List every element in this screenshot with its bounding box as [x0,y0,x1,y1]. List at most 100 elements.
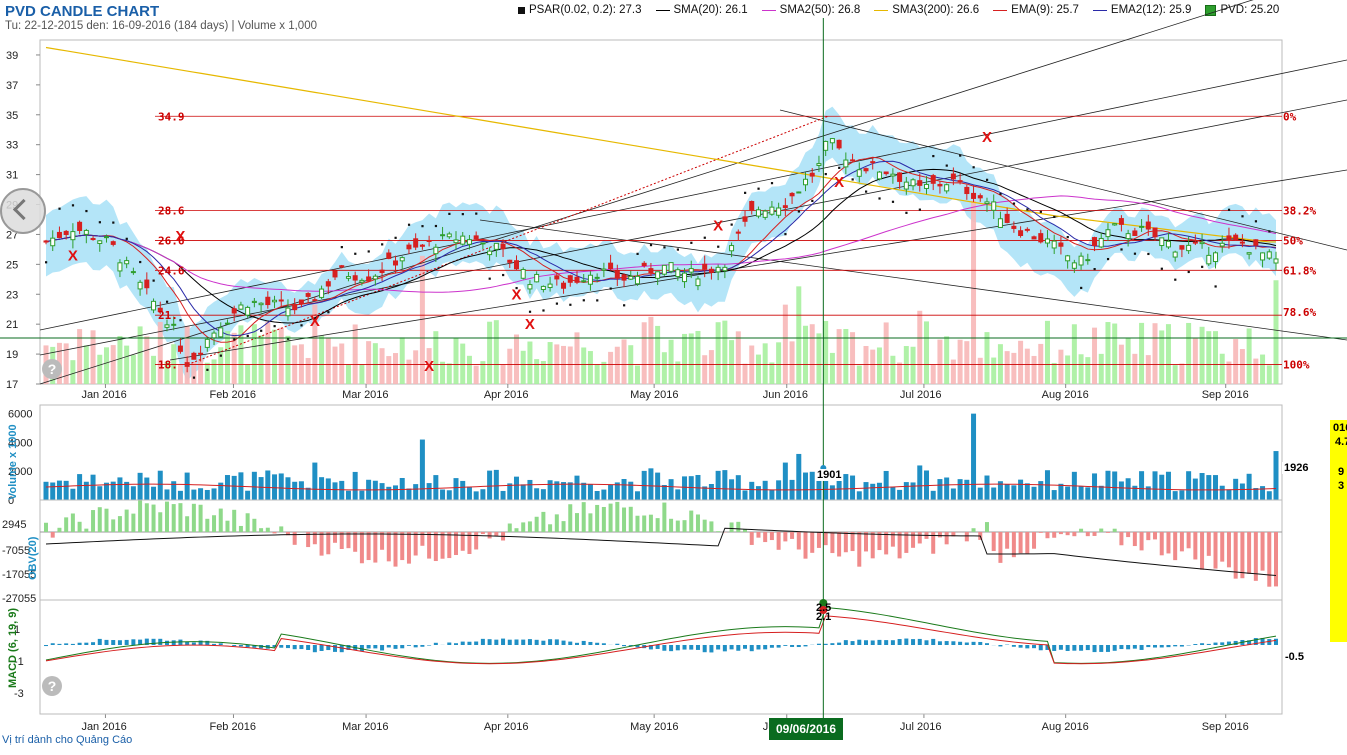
volume-bg-bar [332,346,338,384]
volume-bar [1253,488,1259,500]
obv-bar [386,532,391,562]
obv-bar [440,532,445,559]
obv-bar [1032,532,1037,549]
candle-body [1172,251,1178,258]
macd-histogram-bar [433,642,438,645]
candle-body [1092,237,1098,246]
obv-bar [97,507,102,532]
macd-histogram-bar [1139,645,1144,650]
volume-bar [453,478,459,500]
volume-bg-bar [708,350,714,384]
psar-dot [98,221,101,224]
nav-back-icon[interactable] [0,188,46,234]
macd-histogram-bar [447,642,452,645]
psar-dot [475,212,478,215]
candle-body [1266,251,1272,259]
obv-bar [393,532,398,567]
candle-body [177,345,183,352]
obv-bar [581,502,586,532]
obv-bar [111,519,116,532]
macd-histogram-bar [1213,642,1218,645]
candle-body [1058,242,1064,247]
candle-body [319,288,325,298]
candle-body [829,138,835,144]
volume-bg-bar [345,364,351,384]
candle-body [614,270,620,279]
candle-body [325,281,331,287]
macd-histogram-bar [420,645,425,647]
macd-histogram-bar [97,638,102,645]
candle-body [520,269,526,279]
psar-dot [1026,208,1029,211]
macd-histogram-bar [958,641,963,645]
volume-bar [561,482,567,500]
volume-bar [345,490,351,500]
volume-bar [1118,481,1124,500]
volume-bar [332,482,338,500]
volume-bar [1051,490,1057,500]
macd-histogram-bar [904,638,909,645]
candle-body [1226,235,1232,241]
help-icon[interactable]: ? [42,676,62,696]
candle-body [50,237,56,247]
volume-bar [70,488,76,500]
psar-dot [730,223,733,226]
volume-bg-bar [997,344,1003,384]
candle-body [527,284,533,290]
obv-bar [1146,532,1151,541]
candle-body [601,268,607,271]
obv-bar [205,518,210,532]
price-panel [36,0,1347,388]
psar-dot [1093,268,1096,271]
psar-dot [273,325,276,328]
candle-body [930,175,936,184]
volume-bar [77,474,83,500]
volume-bar [352,471,358,500]
candle-body [265,296,271,306]
volume-bg-bar [910,346,916,384]
obv-bar [272,532,277,534]
volume-bar [903,482,909,500]
chart-canvas[interactable]: 171921232527293133353739Jan 2016Jan 2016… [0,0,1347,755]
macd-histogram-bar [117,640,122,645]
obv-bar [1085,532,1090,537]
volume-bg-bar [177,364,183,384]
candle-body [715,266,721,273]
obv-bar [1186,532,1191,549]
volume-bg-bar [124,345,130,384]
candle-body [151,300,157,311]
macd-histogram-bar [474,641,479,645]
obv-bar [198,504,203,532]
obv-bar [937,532,942,538]
volume-bg-bar [769,362,775,384]
candle-body [1078,255,1084,266]
macd-histogram-bar [803,645,808,647]
obv-bar [259,528,264,532]
candle-body [742,216,748,222]
volume-bg-bar [184,325,190,384]
macd-histogram-bar [373,645,378,649]
ad-placeholder-text[interactable]: Vị trí dành cho Quảng Cáo [2,734,132,746]
volume-bg-bar [890,355,896,384]
psar-dot [770,182,774,185]
volume-bar [413,484,419,500]
volume-bg-bar [278,327,284,384]
volume-bar [567,482,573,500]
volume-bg-bar [352,324,358,384]
psar-dot [1254,220,1258,223]
help-icon[interactable]: ? [42,359,62,379]
obv-bar [743,529,748,532]
volume-bar [298,481,304,500]
candle-body [493,242,499,250]
obv-bar [57,527,62,532]
obv-bar [857,532,862,567]
candle-body [890,173,896,177]
candle-body [446,233,452,238]
volume-bg-bar [574,332,580,384]
macd-histogram-bar [1206,643,1211,645]
candle-body [971,192,977,199]
candle-body [876,171,882,180]
volume-bar [460,480,466,500]
volume-bg-bar [1085,357,1091,384]
candle-body [682,272,688,283]
